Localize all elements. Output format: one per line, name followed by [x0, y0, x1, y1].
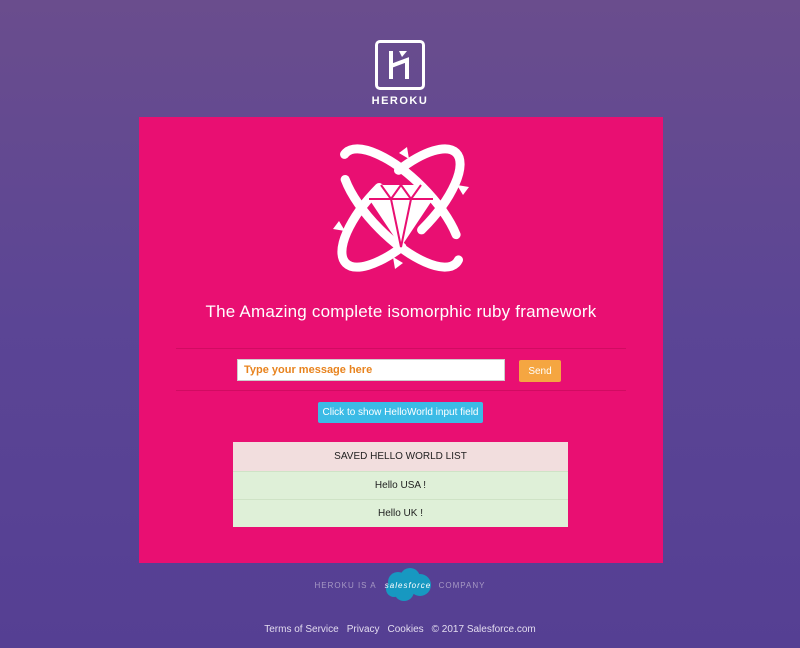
divider-top — [176, 348, 626, 349]
copyright: © 2017 Salesforce.com — [431, 624, 536, 635]
list-header: SAVED HELLO WORLD LIST — [233, 442, 568, 471]
heroku-logo[interactable]: HEROKU — [0, 40, 800, 107]
privacy-link[interactable]: Privacy — [347, 624, 380, 635]
company-banner: HEROKU IS A salesforce COMPANY — [0, 567, 800, 603]
page-title: The Amazing complete isomorphic ruby fra… — [205, 302, 597, 321]
salesforce-cloud-icon[interactable]: salesforce — [382, 567, 434, 603]
heroku-logo-icon — [375, 40, 425, 90]
saved-hello-world-list: SAVED HELLO WORLD LIST Hello USA ! Hello… — [233, 442, 568, 527]
show-helloworld-field-button[interactable]: Click to show HelloWorld input field — [318, 402, 483, 423]
cookies-link[interactable]: Cookies — [388, 624, 424, 635]
company-prefix: HEROKU IS A — [314, 580, 377, 590]
list-item: Hello USA ! — [233, 471, 568, 499]
message-input[interactable] — [237, 359, 505, 381]
heroku-logo-text: HEROKU — [371, 95, 429, 107]
send-button[interactable]: Send — [519, 360, 561, 382]
company-suffix: COMPANY — [438, 580, 486, 590]
divider-bottom — [176, 390, 626, 391]
list-item: Hello UK ! — [233, 499, 568, 527]
main-card: The Amazing complete isomorphic ruby fra… — [139, 117, 663, 563]
terms-of-service-link[interactable]: Terms of Service — [264, 624, 338, 635]
ruby-atom-icon — [333, 144, 469, 272]
salesforce-badge-text: salesforce — [384, 581, 430, 590]
footer: Terms of Service Privacy Cookies © 2017 … — [0, 624, 800, 635]
